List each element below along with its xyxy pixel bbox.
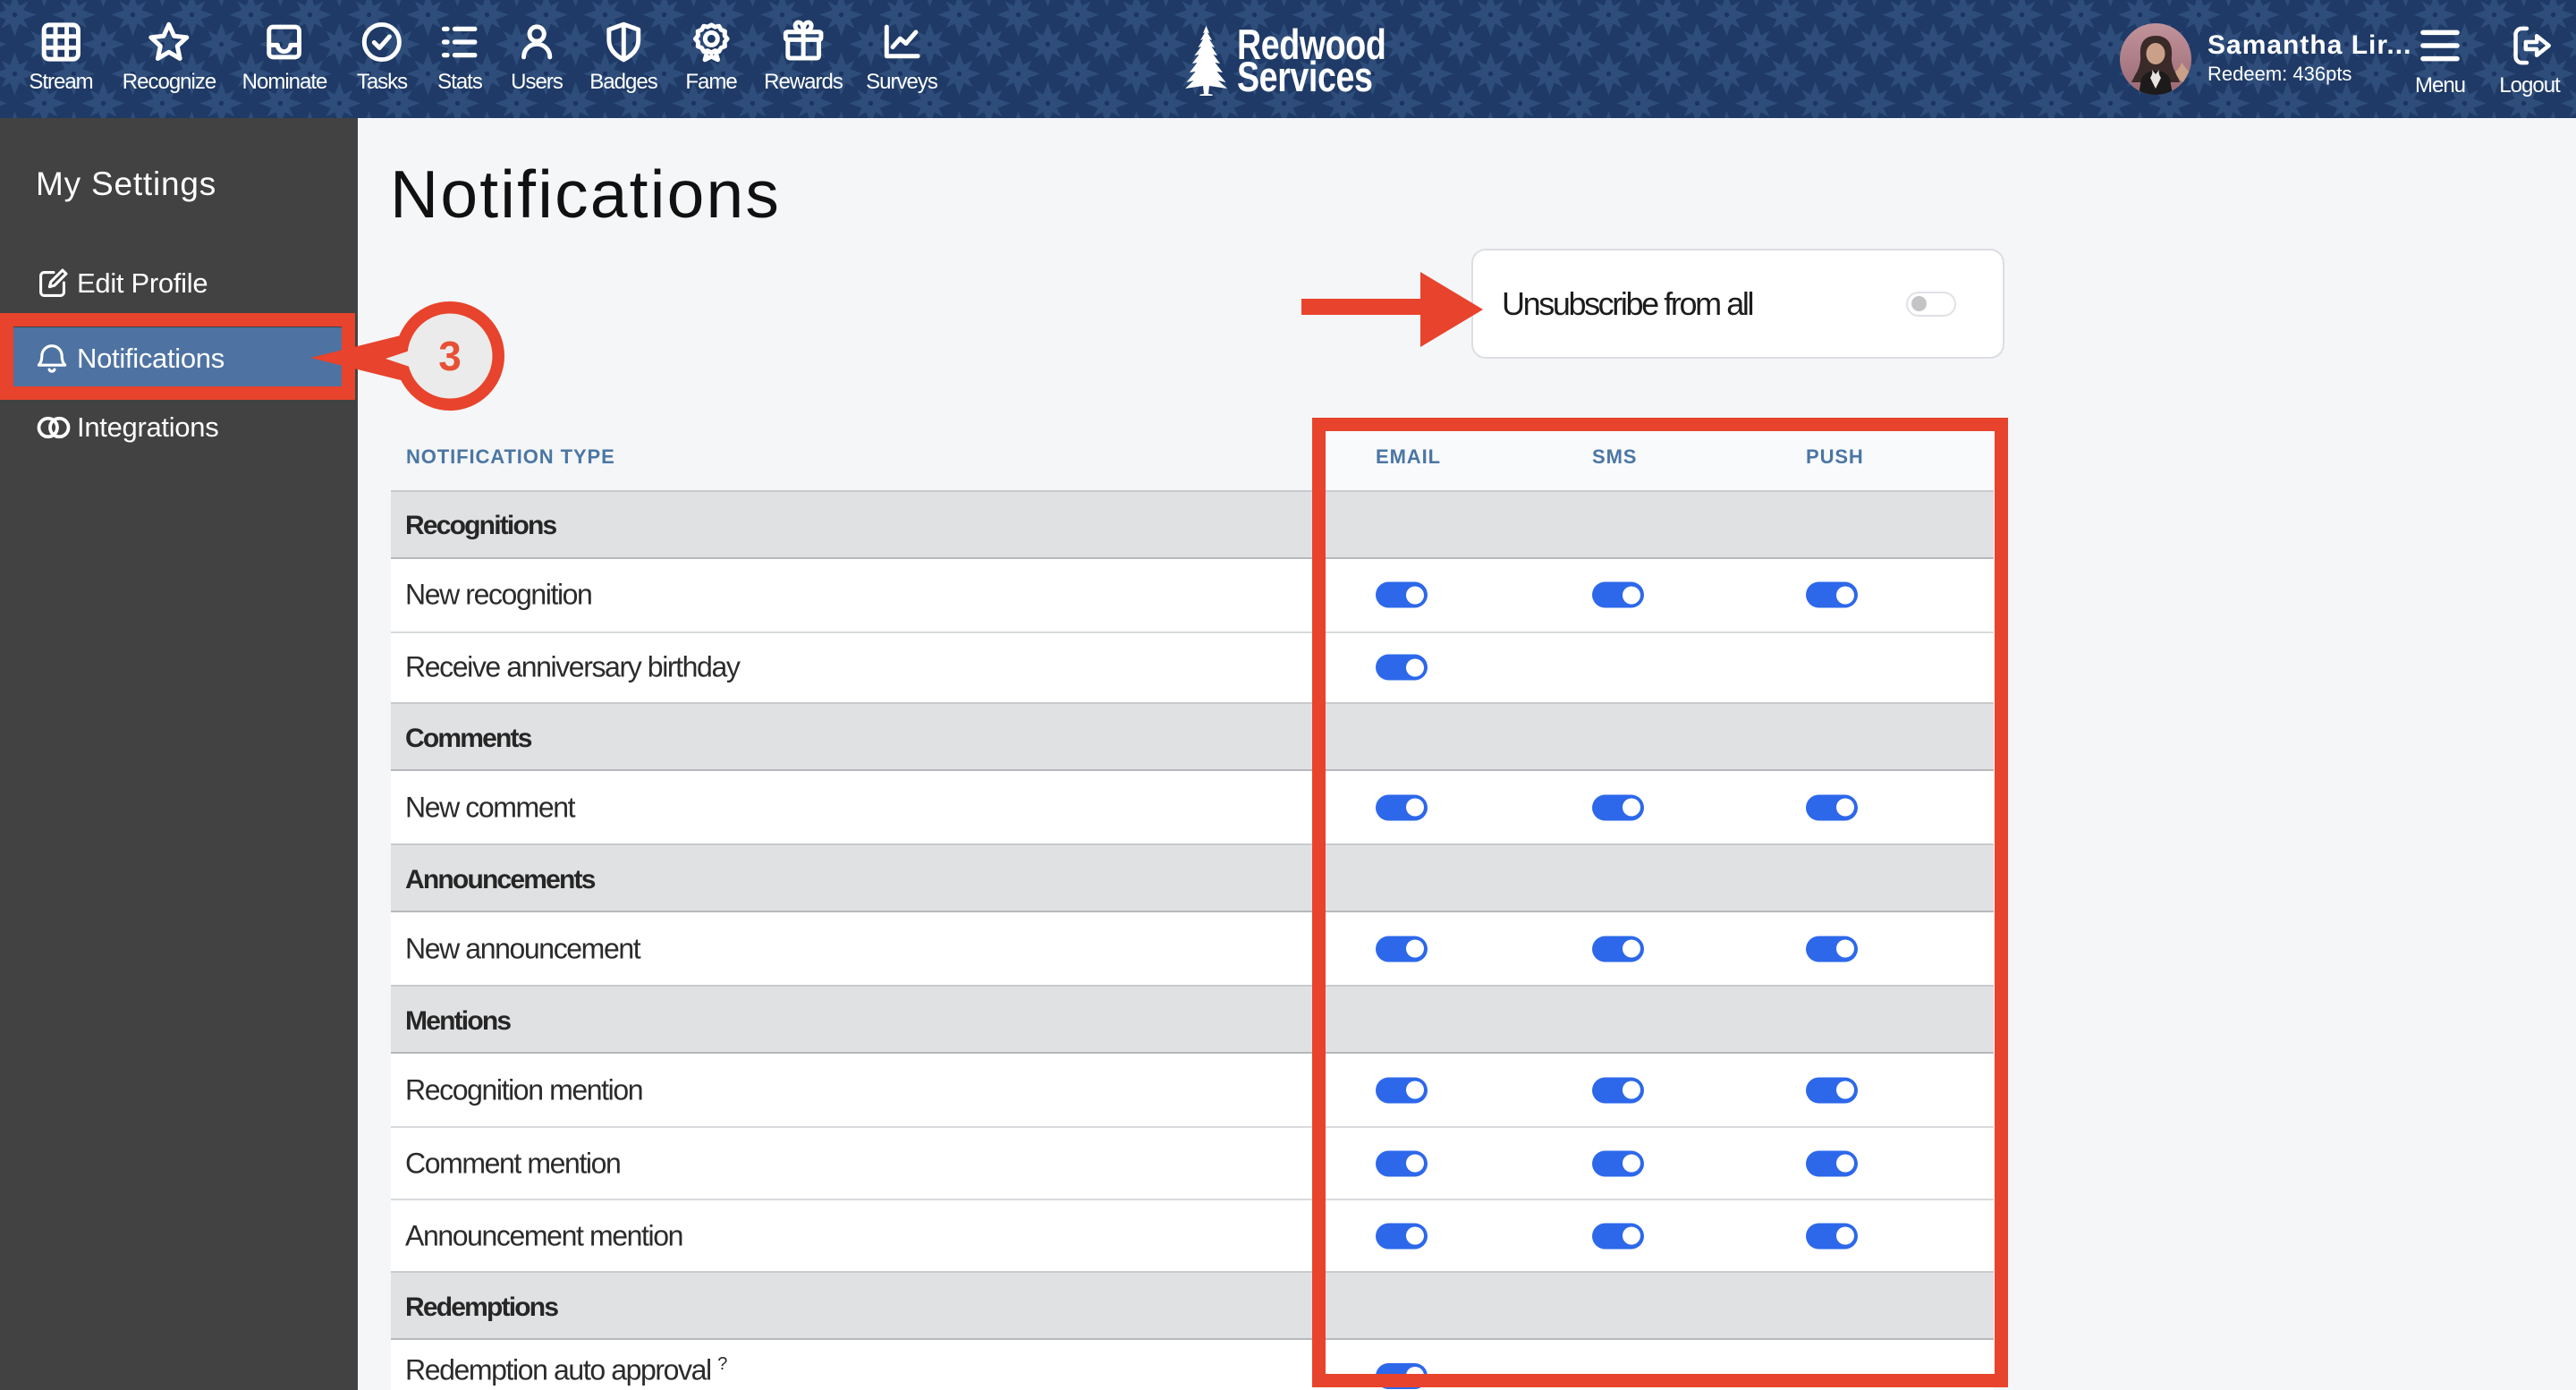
svg-text:3: 3 [438, 333, 462, 379]
